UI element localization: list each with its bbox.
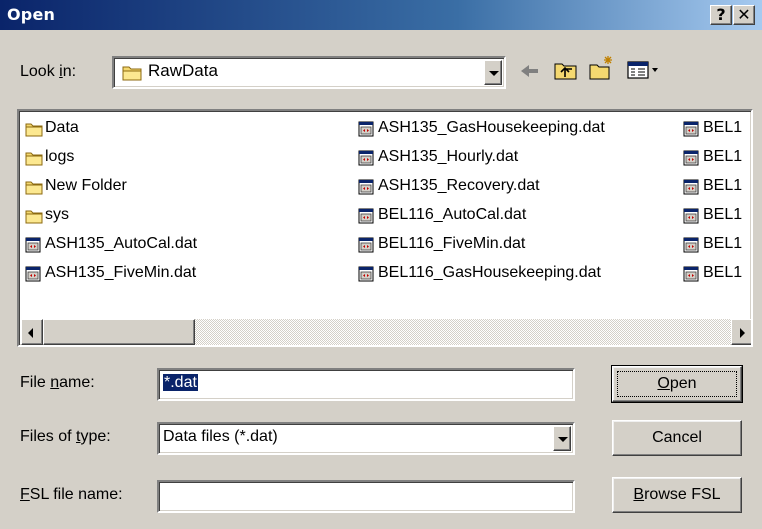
chevron-left-icon (28, 328, 33, 338)
chevron-down-icon (558, 437, 568, 442)
folder-icon (25, 207, 43, 232)
data-file-icon (358, 265, 374, 290)
data-file-icon (683, 236, 699, 261)
item-name: BEL1 (703, 264, 743, 281)
new-folder-icon[interactable] (588, 55, 616, 82)
item-name: BEL1 (703, 177, 743, 194)
item-name: ASH135_Hourly.dat (378, 148, 519, 165)
item-name: ASH135_AutoCal.dat (45, 235, 198, 252)
item-name: BEL1 (703, 119, 743, 136)
files-of-type-label: Files of type: (20, 428, 111, 445)
open-button[interactable]: Open (611, 365, 743, 403)
back-arrow-icon[interactable] (518, 61, 542, 81)
data-file-icon (25, 236, 41, 261)
look-in-combo[interactable]: RawData (112, 56, 506, 89)
data-file-icon (683, 120, 699, 145)
item-name: ASH135_GasHousekeeping.dat (378, 119, 605, 136)
item-name: ASH135_FiveMin.dat (45, 264, 197, 281)
title-bar[interactable]: Open ? ✕ (0, 0, 762, 30)
item-name: logs (45, 148, 75, 165)
item-name: BEL1 (703, 206, 743, 223)
data-file-icon (25, 265, 41, 290)
files-of-type-value: Data files (*.dat) (163, 428, 278, 445)
data-file-icon (683, 265, 699, 290)
data-file-icon (358, 120, 374, 145)
item-name: New Folder (45, 177, 127, 194)
window-title: Open (7, 5, 56, 24)
scroll-thumb[interactable] (43, 319, 195, 345)
look-in-dropdown-button[interactable] (484, 60, 502, 85)
cancel-button[interactable]: Cancel (612, 420, 742, 456)
item-name: BEL1 (703, 148, 743, 165)
chevron-right-icon (740, 328, 745, 338)
close-button[interactable]: ✕ (733, 5, 755, 25)
files-of-type-select[interactable]: Data files (*.dat) (157, 422, 575, 455)
data-file-icon (358, 178, 374, 203)
scroll-right-button[interactable] (731, 319, 751, 345)
item-name: BEL116_FiveMin.dat (378, 235, 526, 252)
data-file-icon (358, 236, 374, 261)
focus-rect (617, 371, 737, 397)
item-name: BEL116_AutoCal.dat (378, 206, 527, 223)
item-name: Data (45, 119, 79, 136)
file-name-input[interactable]: *.dat (157, 368, 575, 401)
file-list[interactable]: Data logs New Folder sys ASH135_AutoCal.dat A… (17, 109, 753, 347)
file-name-label: File name: (20, 374, 95, 391)
data-file-icon (683, 149, 699, 174)
browse-fsl-button[interactable]: Browse FSL (612, 477, 742, 513)
folder-icon (25, 178, 43, 203)
open-dialog: Open ? ✕ Look in: RawData Data logs New Fo… (0, 0, 762, 529)
chevron-down-icon (489, 71, 499, 76)
item-name: BEL1 (703, 235, 743, 252)
item-name: BEL116_GasHousekeeping.dat (378, 264, 601, 281)
up-folder-icon[interactable] (553, 58, 579, 82)
look-in-value: RawData (148, 61, 218, 80)
fsl-file-name-input[interactable] (157, 480, 575, 513)
help-icon: ? (716, 5, 726, 24)
item-name: sys (45, 206, 69, 223)
files-of-type-dropdown-button[interactable] (553, 426, 571, 451)
fsl-file-name-label: FSL file name: (20, 486, 123, 503)
data-file-icon (358, 149, 374, 174)
horizontal-scrollbar[interactable] (21, 319, 751, 345)
help-button[interactable]: ? (710, 5, 732, 25)
item-name: ASH135_Recovery.dat (378, 177, 540, 194)
scroll-left-button[interactable] (21, 319, 43, 345)
close-icon: ✕ (737, 5, 751, 24)
folder-icon (122, 66, 142, 81)
data-file-icon (683, 207, 699, 232)
data-file-icon (358, 207, 374, 232)
look-in-label: Look in: (20, 63, 77, 80)
file-name-value: *.dat (162, 373, 199, 392)
data-file-icon (683, 178, 699, 203)
folder-icon (25, 120, 43, 145)
view-menu-icon[interactable] (627, 60, 661, 80)
folder-icon (25, 149, 43, 174)
